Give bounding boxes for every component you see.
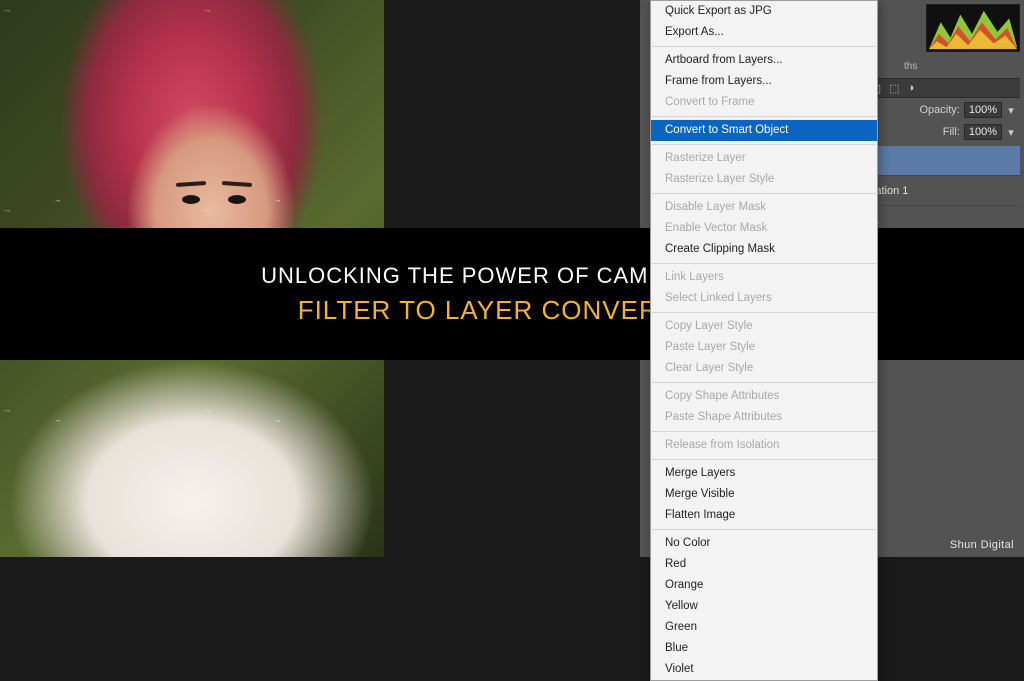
menu-item[interactable]: Orange [651,575,877,596]
menu-separator [652,529,876,530]
menu-item[interactable]: Violet [651,659,877,680]
opacity-label: Opacity: [920,104,960,116]
menu-item: Paste Shape Attributes [651,407,877,428]
menu-item: Copy Shape Attributes [651,386,877,407]
menu-item: Paste Layer Style [651,337,877,358]
menu-separator [652,459,876,460]
menu-item: Disable Layer Mask [651,197,877,218]
menu-item[interactable]: Red [651,554,877,575]
menu-item[interactable]: No Color [651,533,877,554]
menu-item: Enable Vector Mask [651,218,877,239]
menu-item: Rasterize Layer Style [651,169,877,190]
bounds-icon[interactable]: ⬚ [889,82,899,95]
face-brow [176,181,206,187]
histogram-icon [927,5,1019,51]
face-eye [182,195,200,204]
menu-item[interactable]: Frame from Layers... [651,71,877,92]
menu-item[interactable]: Flatten Image [651,505,877,526]
panel-tab[interactable]: ths [898,56,1020,76]
face-eye [228,195,246,204]
menu-item: Release from Isolation [651,435,877,456]
menu-item[interactable]: Yellow [651,596,877,617]
fill-input[interactable]: 100% [964,124,1002,140]
menu-item[interactable]: Quick Export as JPG [651,1,877,22]
opacity-input[interactable]: 100% [964,102,1002,118]
fill-label: Fill: [943,126,960,138]
face-brow [222,181,252,187]
menu-item[interactable]: Artboard from Layers... [651,50,877,71]
menu-item: Convert to Frame [651,92,877,113]
menu-separator [652,46,876,47]
menu-item[interactable]: Create Clipping Mask [651,239,877,260]
menu-item[interactable]: Green [651,617,877,638]
menu-separator [652,144,876,145]
menu-item[interactable]: Blue [651,638,877,659]
histogram-panel [926,4,1020,52]
menu-item: Copy Layer Style [651,316,877,337]
menu-item: Link Layers [651,267,877,288]
menu-separator [652,312,876,313]
chevron-down-icon[interactable]: ▾ [1006,104,1016,117]
menu-separator [652,431,876,432]
watermark: Shun Digital [950,539,1014,551]
menu-separator [652,116,876,117]
menu-item[interactable]: Export As... [651,22,877,43]
menu-item: Rasterize Layer [651,148,877,169]
menu-separator [652,193,876,194]
menu-separator [652,263,876,264]
adjust-icon[interactable]: ◑ [908,82,915,94]
chevron-down-icon[interactable]: ▾ [1006,126,1016,139]
menu-separator [652,382,876,383]
panel-tab-label: ths [904,61,917,72]
menu-item[interactable]: Merge Layers [651,463,877,484]
menu-item[interactable]: Convert to Smart Object [651,120,877,141]
menu-item: Clear Layer Style [651,358,877,379]
menu-item: Select Linked Layers [651,288,877,309]
menu-item[interactable]: Merge Visible [651,484,877,505]
layer-context-menu: Quick Export as JPGExport As... Artboard … [650,0,878,681]
